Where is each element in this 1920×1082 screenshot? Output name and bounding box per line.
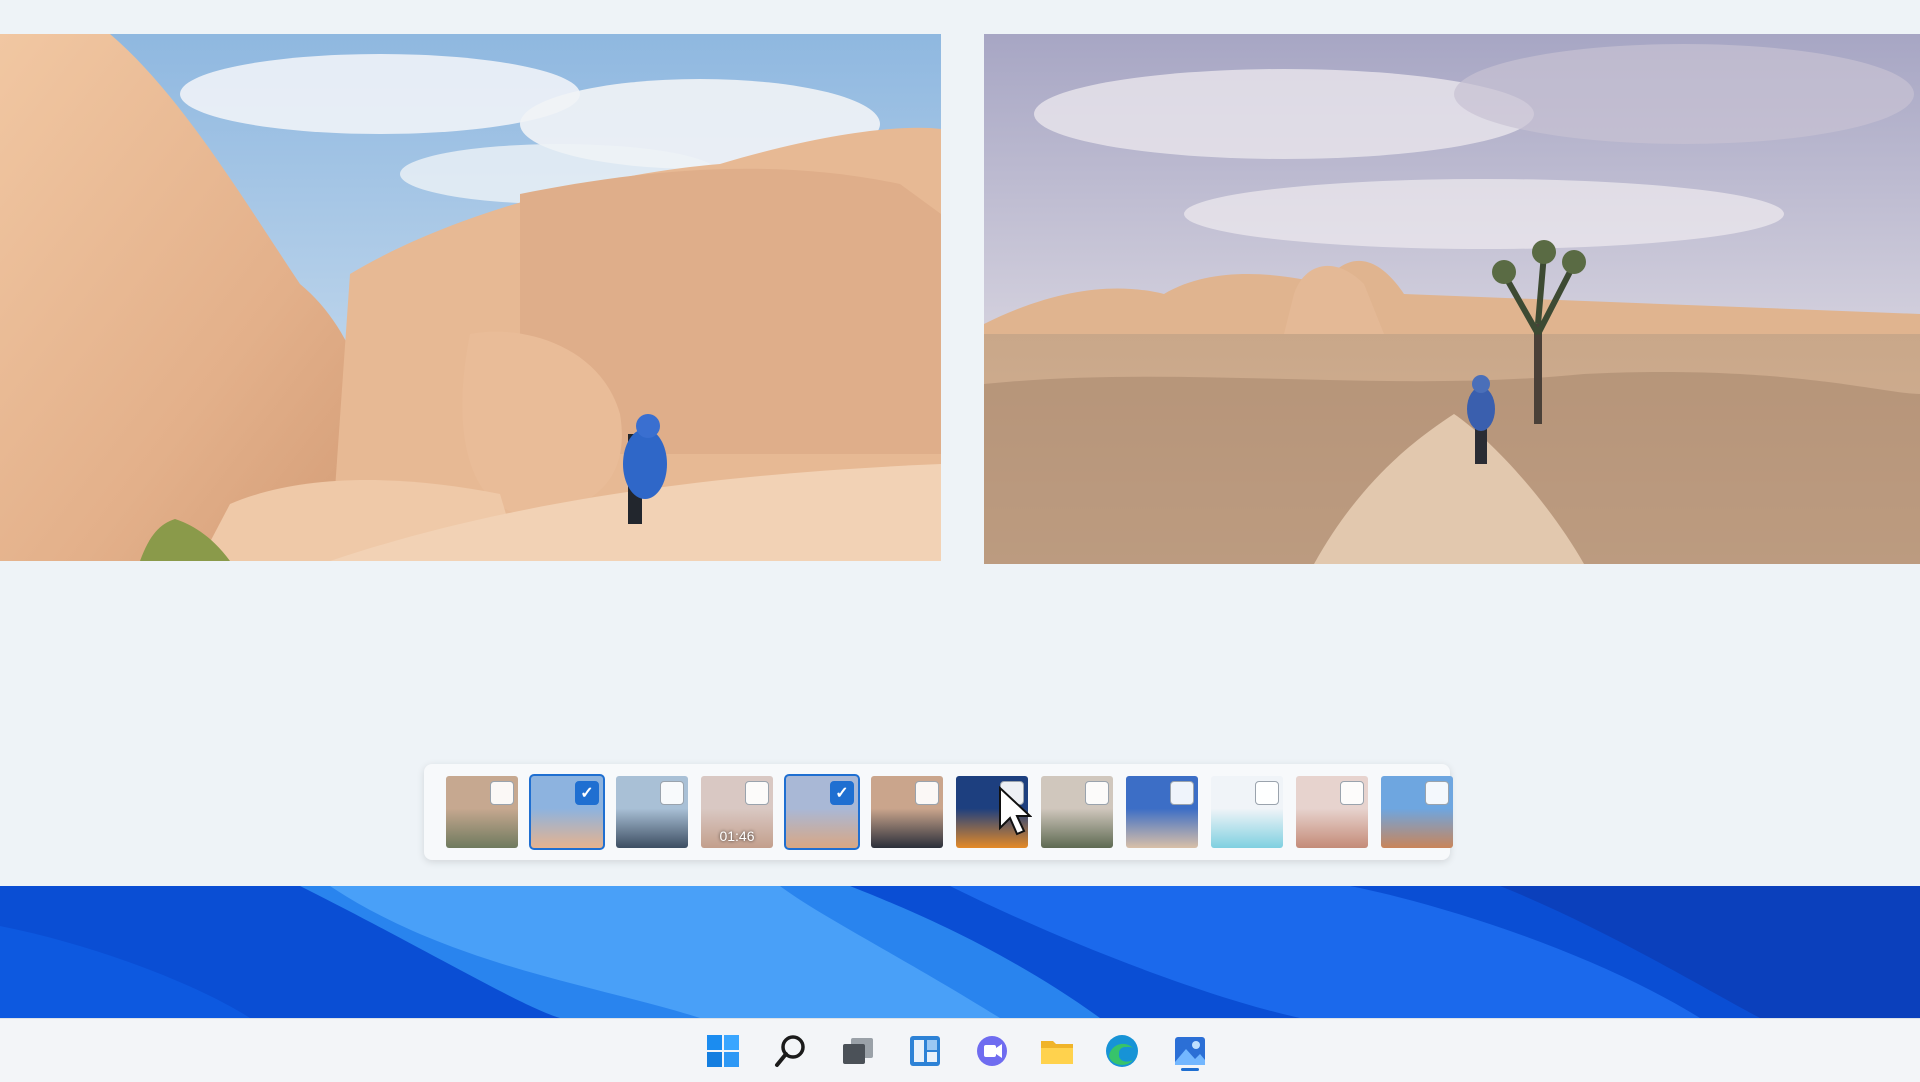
checked-checkbox[interactable]: ✓ — [575, 781, 599, 805]
checkbox[interactable] — [745, 781, 769, 805]
filmstrip-thumbnail[interactable]: 01:46 — [701, 776, 773, 848]
photo-image — [0, 34, 941, 561]
checked-checkbox[interactable]: ✓ — [830, 781, 854, 805]
filmstrip-thumbnail[interactable] — [1041, 776, 1113, 848]
filmstrip-thumbnail[interactable] — [1126, 776, 1198, 848]
checkbox[interactable] — [1425, 781, 1449, 805]
checkbox[interactable] — [915, 781, 939, 805]
photos-icon[interactable] — [1168, 1029, 1212, 1073]
photos-app-window: ✓ 01:46 ✓ — [0, 0, 1920, 886]
active-indicator — [1181, 1068, 1199, 1071]
photo-image — [984, 34, 1920, 564]
filmstrip-thumbnail[interactable] — [616, 776, 688, 848]
filmstrip-thumbnail[interactable]: ✓ — [784, 774, 860, 850]
filmstrip-thumbnail[interactable] — [871, 776, 943, 848]
check-mark-icon: ✓ — [835, 785, 849, 802]
checkbox[interactable] — [1170, 781, 1194, 805]
checkbox[interactable] — [1255, 781, 1279, 805]
desktop-wallpaper — [0, 886, 1920, 1018]
chat-icon[interactable] — [970, 1029, 1014, 1073]
edge-icon[interactable] — [1100, 1029, 1144, 1073]
desert-rock-hiker-photo[interactable] — [0, 34, 941, 561]
filmstrip-thumbnail[interactable] — [1296, 776, 1368, 848]
check-mark-icon: ✓ — [580, 785, 594, 802]
mouse-cursor-icon — [999, 786, 1032, 836]
checkbox[interactable] — [1340, 781, 1364, 805]
filmstrip-thumbnail[interactable]: ✓ — [529, 774, 605, 850]
filmstrip-thumbnail[interactable] — [446, 776, 518, 848]
search-icon[interactable] — [769, 1029, 813, 1073]
video-duration: 01:46 — [719, 828, 755, 844]
filmstrip-thumbnail[interactable] — [1381, 776, 1453, 848]
file-explorer-icon[interactable] — [1035, 1029, 1079, 1073]
filmstrip-thumbnail[interactable] — [1211, 776, 1283, 848]
task-view-icon[interactable] — [836, 1029, 880, 1073]
start-icon[interactable] — [701, 1029, 745, 1073]
checkbox[interactable] — [1085, 781, 1109, 805]
checkbox[interactable] — [490, 781, 514, 805]
widgets-icon[interactable] — [903, 1029, 947, 1073]
joshua-tree-trail-photo[interactable] — [984, 34, 1920, 564]
taskbar — [0, 1018, 1920, 1082]
checkbox[interactable] — [660, 781, 684, 805]
filmstrip: ✓ 01:46 ✓ — [424, 764, 1453, 860]
